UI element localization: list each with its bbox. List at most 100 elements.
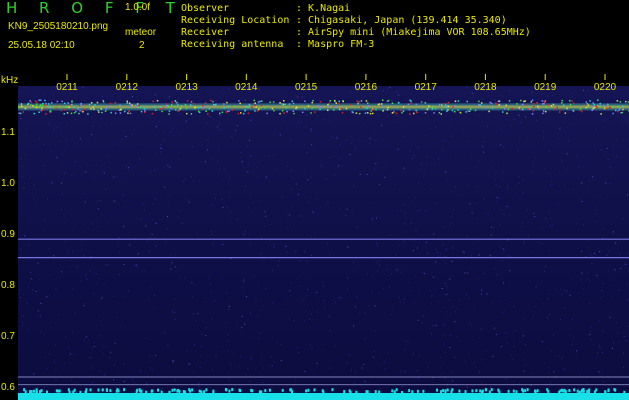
carrier-speck [266,112,268,115]
y-tick-label: 0.7 [1,331,15,342]
noise-speck [55,344,56,346]
noise-speck [87,142,89,143]
noise-speck [51,182,53,184]
noise-speck [93,293,95,295]
carrier-speck [416,111,418,114]
noise-speck [450,135,452,137]
noise-speck [229,297,231,299]
carrier-speck [105,108,108,110]
carrier-speck [238,100,240,102]
carrier-speck [542,110,545,112]
noise-speck [403,240,405,242]
noise-speck [581,182,582,184]
noise-speck [23,315,25,317]
noise-speck [465,86,467,88]
noise-speck [228,88,230,90]
noise-speck [626,117,628,119]
noise-speck [191,282,193,284]
noise-speck [605,117,607,119]
noise-speck [145,382,147,384]
noise-speck [491,92,493,94]
noise-speck [307,289,309,291]
x-tick-label: 0211 [56,82,78,93]
noise-speck [561,160,563,162]
carrier-speck [367,105,370,107]
noise-speck [265,215,267,217]
carrier-speck [541,100,543,102]
noise-speck [408,289,410,291]
noise-speck [561,358,563,359]
carrier-speck [151,112,154,115]
noise-speck [128,168,130,170]
noise-speck [347,277,348,279]
noise-speck [383,287,385,289]
noise-speck [323,300,325,302]
noise-speck [504,309,506,311]
noise-speck [261,355,263,357]
noise-speck [93,346,95,348]
noise-speck [43,144,45,145]
noise-speck [262,305,264,307]
noise-speck [550,225,552,227]
noise-speck [576,156,578,158]
noise-speck [525,364,527,366]
carrier-speck [358,112,361,115]
noise-speck [374,305,376,307]
noise-speck [235,365,237,367]
noise-speck [191,351,193,353]
baseline-spike [512,389,515,393]
noise-speck [506,342,508,344]
noise-speck [576,350,578,352]
carrier-speck [522,103,524,106]
noise-speck [502,95,504,97]
noise-speck [492,302,494,304]
carrier-speck [469,110,471,112]
noise-speck [371,291,373,293]
noise-speck [531,251,533,253]
carrier-speck [29,100,31,102]
noise-speck [166,228,168,230]
noise-speck [102,346,104,348]
baseline-spike [490,388,493,392]
noise-speck [504,213,505,215]
noise-speck [414,155,416,157]
noise-speck [610,166,612,168]
baseline-spike [250,388,253,392]
carrier-speck [529,108,531,111]
noise-speck [356,118,358,120]
noise-speck [241,156,243,158]
noise-speck [100,118,102,120]
baseline-spike [580,389,583,393]
carrier-speck [531,113,534,115]
y-tick-label: 1.0 [1,178,15,189]
noise-speck [286,251,288,253]
noise-speck [112,144,114,146]
noise-speck [113,295,115,297]
noise-speck [141,124,143,126]
noise-speck [21,165,23,167]
noise-speck [53,129,55,131]
carrier-speck [41,109,43,112]
carrier-speck [498,100,501,102]
noise-speck [279,253,281,255]
noise-speck [500,346,502,348]
noise-speck [245,374,247,376]
carrier-speck [589,100,591,102]
noise-speck [251,356,253,358]
noise-speck [403,136,405,138]
noise-speck [346,208,348,210]
noise-speck [69,213,71,215]
noise-speck [468,322,470,324]
noise-speck [101,95,103,97]
noise-speck [523,370,525,372]
noise-speck [536,119,538,121]
noise-speck [473,362,475,364]
noise-speck [306,260,308,262]
noise-speck [295,250,297,251]
noise-speck [235,129,237,131]
carrier-speck [129,105,132,108]
noise-speck [538,100,540,102]
carrier-speck [137,106,139,109]
carrier-speck [256,110,259,112]
x-tick-label: 0216 [355,82,378,93]
